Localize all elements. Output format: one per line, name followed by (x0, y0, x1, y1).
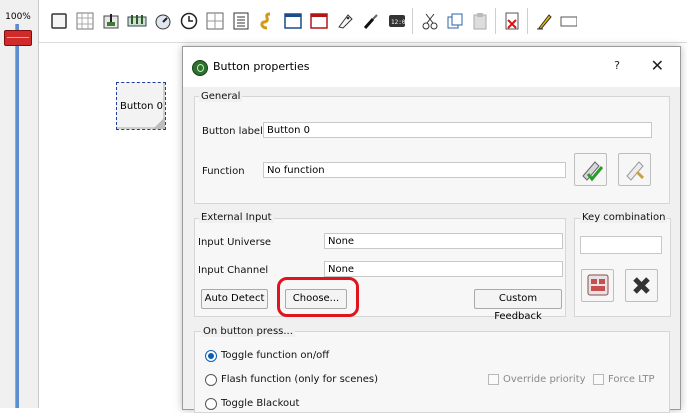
dialog-title: Button properties (213, 60, 310, 73)
toggle-blackout-radio[interactable] (205, 398, 217, 410)
delete-icon[interactable] (501, 10, 523, 32)
vc-button-widget[interactable]: Button 0 (116, 82, 166, 130)
close-button[interactable]: ✕ (651, 56, 664, 75)
paste-icon[interactable] (469, 10, 491, 32)
toggle-function-radio[interactable] (205, 350, 217, 362)
frame-icon[interactable] (282, 10, 304, 32)
button-label-input[interactable]: Button 0 (263, 122, 652, 138)
qlc-app-icon (192, 60, 208, 76)
auto-detect-button[interactable]: Auto Detect (201, 289, 268, 309)
svg-text:12:00: 12:00 (391, 19, 406, 26)
resize-handle-icon[interactable] (153, 117, 165, 129)
remove-key-button[interactable] (625, 269, 658, 302)
grand-master-track[interactable] (15, 24, 19, 408)
input-universe-caption: Input Universe (198, 237, 272, 248)
input-channel-field: None (324, 261, 563, 277)
grand-master-slider-knob[interactable] (4, 30, 32, 46)
copy-icon[interactable] (444, 10, 466, 32)
label-icon[interactable] (334, 10, 356, 32)
function-field: No function (263, 162, 566, 178)
xy-pad-icon[interactable] (204, 10, 226, 32)
function-caption: Function (202, 166, 245, 177)
input-channel-caption: Input Channel (198, 265, 269, 276)
custom-feedback-button[interactable]: Custom Feedback (474, 289, 562, 322)
knob-icon[interactable] (152, 10, 174, 32)
cue-list-icon[interactable] (230, 10, 252, 32)
input-universe-field: None (324, 233, 563, 249)
animation-icon[interactable] (360, 10, 382, 32)
key-combination-title: Key combination (580, 212, 668, 223)
button-icon[interactable] (48, 10, 70, 32)
label-edit-icon[interactable] (557, 10, 579, 32)
zoom-label: 100% (5, 12, 31, 22)
clock-icon[interactable]: 12:00 (386, 10, 408, 32)
edit-icon[interactable] (533, 10, 555, 32)
dialog-titlebar: Button properties ? ✕ (183, 47, 680, 87)
button-matrix-icon[interactable] (74, 10, 96, 32)
toggle-blackout-label: Toggle Blackout (221, 398, 300, 409)
flash-function-label: Flash function (only for scenes) (221, 374, 379, 385)
general-group (194, 96, 670, 204)
on-button-press-title: On button press... (201, 326, 295, 337)
button-label-caption: Button label (202, 126, 263, 137)
detach-function-button[interactable] (618, 153, 651, 186)
toggle-function-label: Toggle function on/off (221, 350, 330, 361)
force-ltp-checkbox[interactable] (593, 374, 604, 385)
toolbar: 12:00 (39, 0, 687, 43)
audio-triggers-icon[interactable] (256, 10, 278, 32)
detach-function-icon (626, 161, 645, 181)
remove-icon (633, 277, 650, 294)
solo-frame-icon[interactable] (308, 10, 330, 32)
grand-master-panel: 100% (0, 0, 39, 408)
button-properties-dialog: Button properties ? ✕ General Button lab… (182, 46, 681, 413)
help-button[interactable]: ? (614, 59, 620, 72)
highlight-annotation (277, 277, 359, 317)
general-group-title: General (199, 91, 243, 102)
attach-function-icon (582, 161, 604, 182)
override-priority-checkbox[interactable] (488, 374, 499, 385)
key-combination-field[interactable] (580, 236, 662, 254)
keyboard-icon (587, 274, 609, 296)
external-input-title: External Input (199, 212, 274, 223)
flash-function-radio[interactable] (205, 374, 217, 386)
cut-icon[interactable] (419, 10, 441, 32)
override-priority-label: Override priority (503, 374, 586, 385)
attach-function-button[interactable] (574, 153, 607, 186)
speed-dial-icon[interactable] (178, 10, 200, 32)
set-key-button[interactable] (581, 269, 614, 302)
force-ltp-label: Force LTP (608, 374, 655, 385)
vc-button-label: Button 0 (120, 101, 164, 112)
slider-matrix-icon[interactable] (126, 10, 148, 32)
slider-icon[interactable] (100, 10, 122, 32)
